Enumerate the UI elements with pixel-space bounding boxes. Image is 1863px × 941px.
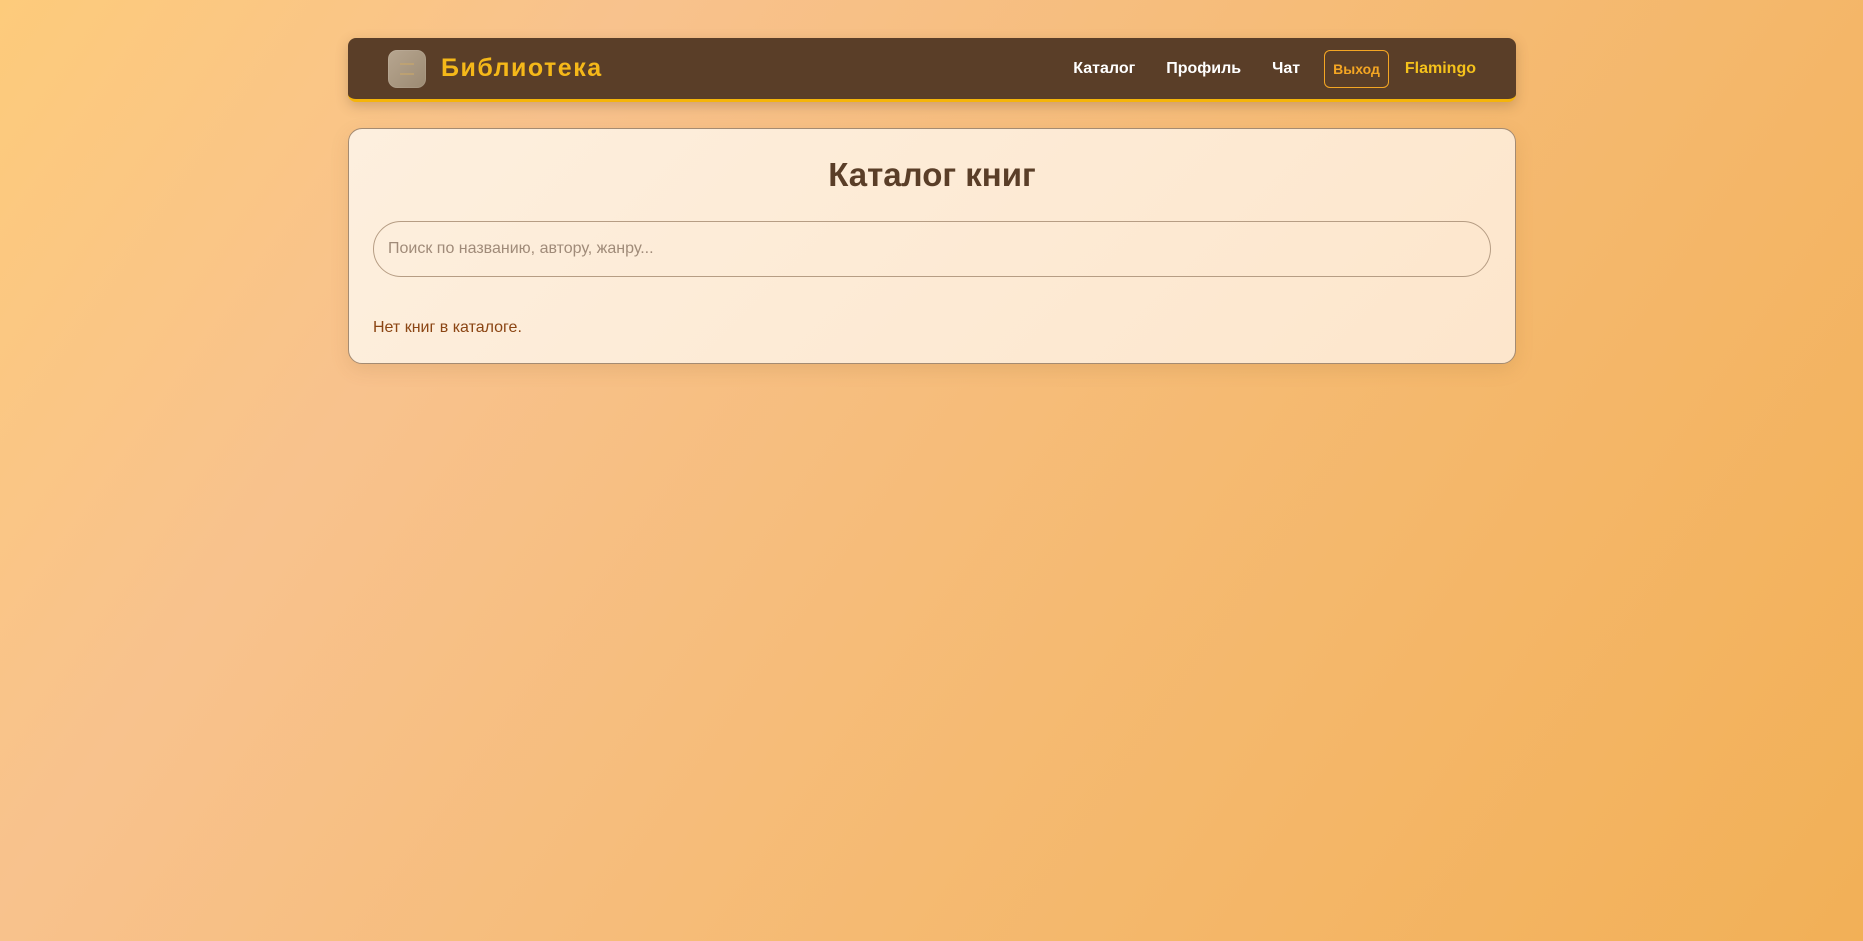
nav-chat-link[interactable]: Чат (1272, 60, 1300, 78)
page-title: Каталог книг (828, 156, 1036, 193)
username-label[interactable]: Flamingo (1405, 60, 1476, 78)
empty-catalog-message: Нет книг в каталоге. (373, 319, 522, 336)
catalog-card: Каталог книг Нет книг в каталоге. (348, 128, 1516, 364)
nav-catalog-link[interactable]: Каталог (1073, 60, 1135, 78)
nav-links: Каталог Профиль Чат Выход Flamingo (1073, 49, 1476, 88)
logout-button[interactable]: Выход (1324, 49, 1389, 88)
search-input[interactable] (373, 221, 1491, 277)
library-logo-icon (388, 49, 426, 88)
brand-title: Библиотека (441, 54, 603, 82)
brand[interactable]: Библиотека (388, 49, 603, 88)
page-container: Библиотека Каталог Профиль Чат Выход Fla… (348, 38, 1516, 364)
nav-profile-link[interactable]: Профиль (1166, 60, 1241, 78)
top-navbar: Библиотека Каталог Профиль Чат Выход Fla… (348, 38, 1516, 102)
